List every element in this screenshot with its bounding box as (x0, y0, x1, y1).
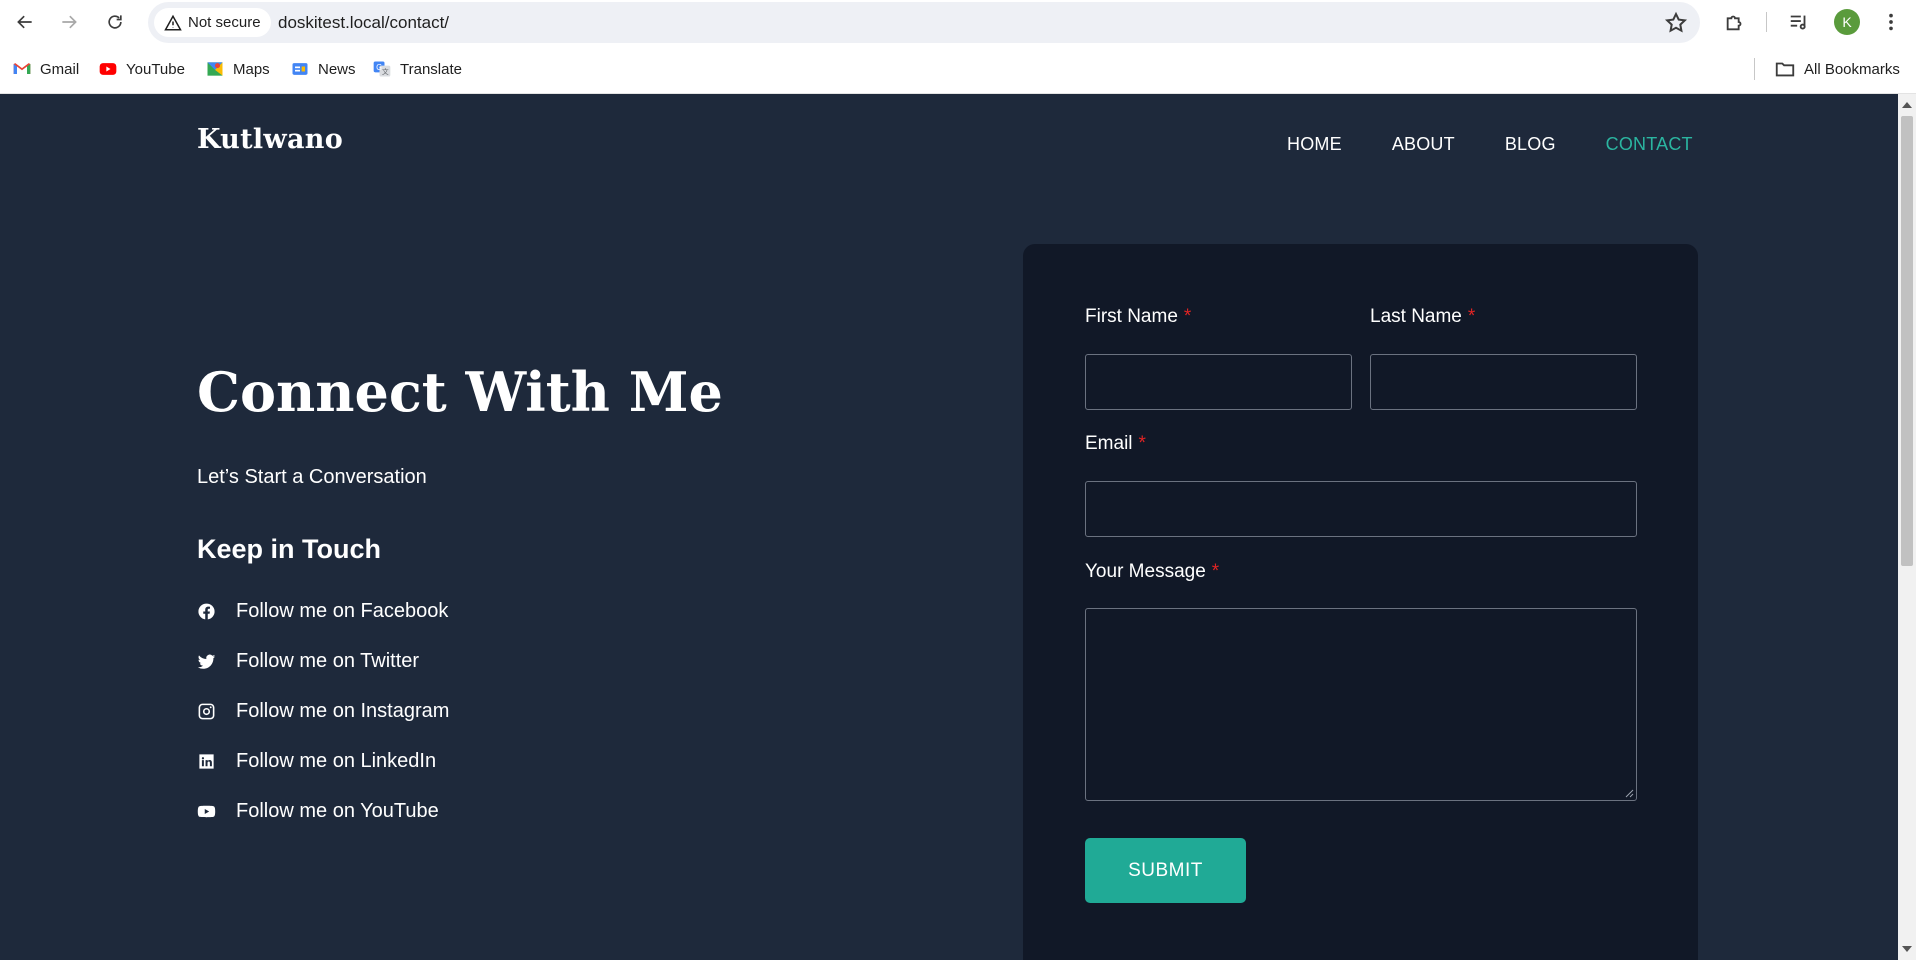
puzzle-icon (1726, 15, 1742, 31)
nav-home[interactable]: HOME (1287, 134, 1342, 155)
message-label: Your Message * (1085, 561, 1219, 583)
instagram-icon (198, 703, 215, 719)
social-link-facebook[interactable]: Follow me on Facebook (197, 586, 449, 636)
keep-in-touch-heading: Keep in Touch (197, 534, 382, 564)
twitter-icon (197, 654, 216, 669)
social-link-twitter[interactable]: Follow me on Twitter (197, 636, 449, 686)
security-label: Not secure (188, 14, 261, 31)
reload-icon (108, 15, 122, 29)
social-link-label: Follow me on Twitter (236, 649, 420, 672)
browser-menu-button[interactable] (1878, 9, 1904, 35)
bookmarks-bar: Gmail YouTube Maps News G文 Translate All… (0, 44, 1916, 94)
folder-icon (1775, 62, 1795, 77)
social-link-label: Follow me on LinkedIn (236, 749, 437, 772)
bookmark-maps[interactable]: Maps (205, 58, 270, 80)
bookmark-label: News (318, 60, 356, 78)
social-link-linkedin[interactable]: Follow me on LinkedIn (197, 736, 449, 786)
contact-form: First Name * Last Name * Email * Your Messa… (1023, 244, 1698, 960)
required-asterisk: * (1138, 433, 1146, 454)
scroll-thumb[interactable] (1901, 116, 1913, 566)
last-name-input[interactable] (1370, 354, 1637, 410)
arrow-right-icon (62, 15, 77, 29)
social-link-label: Follow me on Instagram (236, 699, 450, 722)
social-link-label: Follow me on Facebook (236, 599, 449, 622)
required-asterisk: * (1211, 561, 1220, 582)
email-label: Email * (1085, 433, 1146, 455)
bookmark-news[interactable]: News (290, 58, 356, 80)
media-controls-button[interactable] (1786, 9, 1812, 35)
scroll-down-arrow-icon[interactable] (1902, 946, 1912, 952)
bookmark-youtube[interactable]: YouTube (98, 58, 185, 80)
required-asterisk: * (1183, 306, 1192, 327)
bookmark-label: Maps (233, 60, 270, 78)
bookmark-label: Gmail (40, 60, 80, 78)
warning-icon (164, 14, 182, 30)
all-bookmarks-label: All Bookmarks (1804, 60, 1900, 78)
toolbar-divider (1766, 12, 1767, 32)
forward-button[interactable] (55, 8, 83, 36)
linkedin-icon (199, 753, 214, 769)
bookmark-gmail[interactable]: Gmail (12, 58, 79, 80)
arrow-left-icon (17, 15, 32, 29)
gmail-icon (13, 63, 31, 74)
social-links: Follow me on Facebook Follow me on Twitt… (197, 586, 449, 836)
youtube-icon (99, 63, 117, 75)
resize-grip-icon[interactable] (1625, 789, 1634, 798)
nav-about[interactable]: ABOUT (1392, 134, 1455, 155)
required-asterisk: * (1467, 306, 1476, 327)
nav-contact[interactable]: CONTACT (1606, 134, 1693, 155)
bookmarks-divider (1754, 58, 1755, 80)
page-scrollbar[interactable] (1898, 94, 1916, 960)
page-viewport: Kutlwano HOME ABOUT BLOG CONTACT Connect… (0, 94, 1898, 960)
first-name-input[interactable] (1085, 354, 1352, 410)
star-icon (1664, 11, 1688, 33)
social-link-instagram[interactable]: Follow me on Instagram (197, 686, 449, 736)
bookmark-star-button[interactable] (1664, 11, 1688, 35)
security-indicator[interactable]: Not secure (154, 8, 271, 37)
message-label-text: Your Message (1085, 561, 1206, 582)
page-title: Connect With Me (197, 360, 723, 424)
bookmark-label: YouTube (126, 60, 185, 78)
last-name-label-text: Last Name (1370, 306, 1462, 327)
facebook-icon (198, 603, 215, 619)
site-nav: HOME ABOUT BLOG CONTACT (1287, 134, 1693, 155)
social-link-youtube[interactable]: Follow me on YouTube (197, 786, 449, 836)
bookmark-label: Translate (400, 60, 462, 78)
email-label-text: Email (1085, 433, 1133, 454)
first-name-label-text: First Name (1085, 306, 1178, 327)
message-textarea[interactable] (1085, 608, 1637, 801)
svg-text:文: 文 (382, 67, 389, 76)
url-text[interactable]: doskitest.local/contact/ (278, 13, 449, 33)
email-input[interactable] (1085, 481, 1637, 537)
browser-toolbar: Not secure doskitest.local/contact/ K (0, 0, 1916, 44)
site-logo[interactable]: Kutlwano (197, 124, 343, 155)
social-link-label: Follow me on YouTube (236, 799, 439, 822)
last-name-label: Last Name * (1370, 306, 1475, 328)
bookmark-translate[interactable]: G文 Translate (372, 58, 462, 80)
first-name-label: First Name * (1085, 306, 1191, 328)
all-bookmarks-button[interactable]: All Bookmarks (1774, 58, 1900, 80)
extensions-button[interactable] (1722, 9, 1748, 35)
address-bar[interactable]: Not secure doskitest.local/contact/ (148, 2, 1700, 43)
scroll-up-arrow-icon[interactable] (1902, 102, 1912, 108)
maps-icon (207, 62, 223, 76)
submit-button[interactable]: SUBMIT (1085, 838, 1246, 903)
page-subtitle: Let’s Start a Conversation (197, 466, 427, 488)
nav-blog[interactable]: BLOG (1505, 134, 1556, 155)
youtube-icon (197, 805, 216, 817)
news-icon (292, 63, 308, 75)
reload-button[interactable] (101, 8, 129, 36)
playlist-icon (1790, 15, 1806, 30)
profile-avatar[interactable]: K (1834, 9, 1860, 35)
more-vertical-icon (1889, 13, 1893, 31)
translate-icon: G文 (373, 61, 391, 77)
back-button[interactable] (11, 8, 39, 36)
